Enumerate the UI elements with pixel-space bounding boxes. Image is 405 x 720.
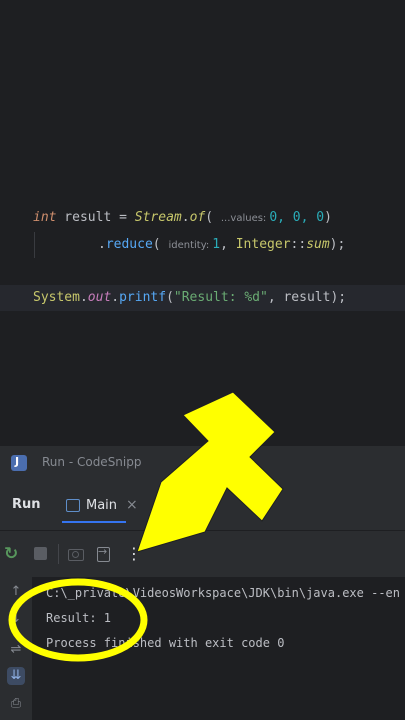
method-name: sum: [306, 237, 330, 252]
window-title: Run - CodeSnipp: [42, 455, 142, 469]
print-icon[interactable]: ⎙: [7, 695, 25, 713]
keyword: int: [33, 210, 57, 225]
code-line-2[interactable]: .reduce( identity: 1, Integer::sum);: [98, 234, 345, 256]
code-editor[interactable]: int result = Stream.of( ...values: 0, 0, …: [0, 0, 405, 445]
paren-close: );: [329, 237, 346, 252]
console-line-exit: Process finished with exit code 0: [46, 636, 285, 650]
dot: .: [98, 237, 106, 252]
arguments: 0, 0, 0: [269, 210, 325, 225]
close-icon[interactable]: ×: [126, 497, 138, 513]
run-panel-label: Run: [12, 497, 41, 512]
dot: .: [79, 290, 88, 305]
scroll-to-end-icon[interactable]: ⇊: [7, 667, 25, 685]
run-toolbar: ↻ ⋮: [0, 531, 405, 577]
soft-wrap-icon[interactable]: ⇌: [7, 641, 25, 659]
application-icon: [66, 499, 80, 512]
arguments: , result);: [267, 290, 347, 305]
toolbar-divider: [58, 544, 59, 564]
method-ref: ::: [290, 237, 307, 252]
class-name: Integer: [235, 237, 291, 252]
class-name: Stream: [134, 210, 182, 225]
active-tab-indicator: [62, 521, 126, 523]
console-output[interactable]: C:\_private\VideosWorkspace\JDK\bin\java…: [0, 577, 405, 720]
intellij-icon: [11, 455, 27, 471]
indent-guide: [34, 232, 35, 258]
tab-main[interactable]: Main ×: [60, 489, 144, 523]
paren-open: (: [205, 210, 221, 225]
exit-icon[interactable]: [95, 545, 113, 563]
more-options-icon[interactable]: ⋮: [125, 545, 143, 563]
method-name: of: [189, 210, 206, 225]
stop-icon[interactable]: [34, 547, 47, 560]
console-line-command: C:\_private\VideosWorkspace\JDK\bin\java…: [46, 586, 401, 600]
run-window-titlebar: Run - CodeSnipp: [0, 445, 405, 481]
class-name: System: [33, 290, 80, 305]
paren-open: (: [152, 237, 169, 252]
dot: .: [181, 210, 190, 225]
separator: ,: [220, 237, 236, 252]
up-arrow-icon[interactable]: ↑: [7, 583, 25, 601]
method-name: printf: [119, 290, 167, 305]
code-line-3[interactable]: System.out.printf("Result: %d", result);: [33, 287, 346, 309]
paren-open: (: [166, 290, 174, 305]
console-line-result: Result: 1: [46, 611, 112, 625]
camera-icon[interactable]: [67, 545, 85, 563]
run-panel-header: Run Main ×: [0, 481, 405, 531]
paren-close: ): [324, 210, 332, 225]
string-literal: "Result: %d": [173, 290, 268, 305]
variable-decl: result =: [56, 210, 135, 225]
tab-label: Main: [86, 498, 118, 513]
code-line-1[interactable]: int result = Stream.of( ...values: 0, 0, …: [33, 207, 332, 229]
parameter-hint: ...values:: [220, 213, 267, 224]
field-name: out: [87, 290, 112, 305]
parameter-hint: identity:: [168, 240, 210, 251]
dot: .: [111, 290, 120, 305]
number-literal: 1: [212, 237, 221, 252]
console-gutter: ↑ ↓ ⇌ ⇊ ⎙: [0, 577, 32, 720]
down-arrow-icon[interactable]: ↓: [7, 610, 25, 628]
method-name: reduce: [105, 237, 153, 252]
rerun-icon[interactable]: ↻: [4, 545, 22, 563]
